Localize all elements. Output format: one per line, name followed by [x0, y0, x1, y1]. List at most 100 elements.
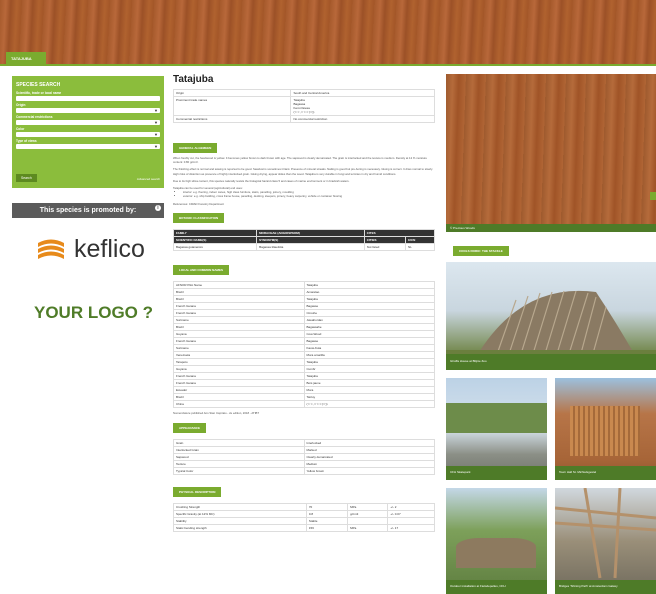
chevron-down-icon: ▼	[154, 120, 158, 125]
table-cell: 156	[305, 524, 349, 533]
table-cell: Amarelao	[303, 287, 435, 296]
family-table: FAMILY MORACEAE (ANGIOSPERM) CITES SCIENTIF…	[172, 228, 436, 251]
photo-skatepark[interactable]: CFH Skatepark	[446, 378, 547, 480]
table-row: French Guiana Bagasse	[173, 336, 435, 345]
table-cell: +/- 2	[387, 503, 435, 512]
table-cell: Brazil	[173, 322, 305, 331]
table-row: Tarapoto Tatajuba	[173, 357, 435, 366]
table-row: Bagassa guianensis Bagassa tiliaefolia Not…	[172, 242, 436, 251]
table-row: Crushing Strength 70 MPa +/- 2	[173, 503, 435, 512]
table-row: French Guiana Cirouhe	[173, 308, 435, 317]
physical-section-button[interactable]: PHYSICAL DESCRIPTION	[173, 487, 222, 498]
names-section-button[interactable]: LOCAL AND COMMON NAMES	[173, 264, 229, 275]
table-cell: Suriname	[173, 343, 305, 352]
table-row: Venezuela Mora amarilla	[173, 350, 435, 359]
table-cell: MPa	[347, 503, 389, 512]
table-cell: Static bending strength	[173, 524, 307, 533]
photo-bridge[interactable]: Bridges 'Shining Path' at Amsterdam Gala…	[555, 488, 656, 594]
table-cell: Stable	[305, 517, 349, 526]
table-cell: French Guiana	[173, 301, 305, 310]
table-cell: Tatajuba	[303, 280, 435, 289]
table-row: Typical Color Yellow brown	[173, 467, 435, 476]
table-row: Prominent trade names Tatajuba Bagassa Ke…	[172, 96, 435, 116]
species-search-panel: SPECIES SEARCH Scientific, trade or loca…	[12, 76, 164, 188]
table-cell: Guyana	[173, 364, 305, 373]
tab-bar: TATAJUBA	[0, 52, 656, 66]
table-cell: Mora amarilla	[303, 350, 435, 359]
beams-illustration	[555, 488, 656, 579]
projects-section-button[interactable]: COOLS DORIC: THE STACKLE	[453, 246, 509, 256]
physical-table: Crushing Strength 70 MPa +/- 2 Specific Grav…	[173, 503, 435, 533]
table-header: SYNONYM(S)	[256, 235, 365, 244]
side-tab[interactable]	[650, 192, 656, 200]
table-row: Stability Stable	[173, 517, 435, 526]
table-cell: Ecuador	[173, 385, 305, 394]
search-select[interactable]: ▼	[16, 132, 160, 137]
table-cell: No commercial restriction	[290, 115, 435, 123]
names-note: Nomenclature published Ans Stan Inspirat…	[173, 410, 260, 415]
search-select[interactable]: ▼	[16, 120, 160, 125]
table-row: Brazil Tatajuba	[173, 294, 435, 303]
table-cell	[387, 517, 435, 526]
page-title: Tatajuba	[173, 74, 214, 85]
search-field-label: Type of views	[16, 139, 37, 143]
table-row: Guyana Cumbr	[173, 364, 435, 373]
table-header: CITES	[363, 228, 436, 237]
table-cell: NL	[404, 242, 436, 251]
table-header: IUCN	[404, 235, 436, 244]
promo-text: This species is promoted by:	[39, 207, 137, 214]
keflico-logo-text: keflico	[74, 235, 145, 263]
appearance-section-button[interactable]: APPEARANCE	[173, 423, 207, 434]
table-cell: Mora	[303, 385, 435, 394]
hero-caption: © Precious Woods	[446, 224, 656, 232]
keflico-logo[interactable]: keflico	[34, 232, 164, 266]
table-row: Brazil Bagassahe	[173, 322, 435, 331]
table-header-row: SCIENTIFIC NAME(S) SYNONYM(S) CITIES IUCN	[172, 235, 436, 244]
search-field-label: Commercial restrictions	[16, 115, 53, 119]
photo-townhall[interactable]: Town Hall St. Michielsgestel	[555, 378, 656, 480]
table-row: Static bending strength 156 MPa +/- 17	[173, 524, 435, 533]
table-cell: Suriname	[173, 315, 305, 324]
search-select[interactable]: ▼	[16, 144, 160, 149]
search-field-label: Scientific, trade or local name	[16, 91, 62, 95]
use-list-item: exterior: e.g. ship building, cross fram…	[183, 194, 435, 198]
table-cell: Interlocked	[303, 439, 435, 448]
table-row: Sapwood Clearly demarcated	[173, 453, 435, 462]
table-cell: Texture	[173, 460, 305, 469]
table-cell: Tatzuy	[303, 392, 435, 401]
table-row: Brazil Amarelao	[173, 287, 435, 296]
table-row: French Guiana Bois jaune	[173, 378, 435, 387]
table-cell: Crushing Strength	[173, 503, 307, 512]
photo-caption: CFH Skatepark	[446, 466, 547, 480]
table-cell: Marked	[303, 446, 435, 455]
your-logo-placeholder[interactable]: YOUR LOGO ?	[34, 303, 153, 323]
family-section-button[interactable]: BOTANIC CLASSIFICATION	[173, 212, 225, 223]
trees-shape	[446, 403, 547, 433]
projects-button-wrap: COOLS DORIC: THE STACKLE	[453, 246, 509, 256]
table-header: CITIES	[363, 235, 406, 244]
search-field-label: Color	[16, 127, 25, 131]
photo-ghoffa[interactable]: Ghoffa House at Blijnie Zoo	[446, 262, 656, 370]
table-cell: Bagasse	[303, 301, 435, 310]
search-select[interactable]: ▼	[16, 108, 160, 113]
general-section-button[interactable]: GENERAL ALGEMEEN	[173, 143, 218, 153]
crowd-shape	[456, 538, 536, 568]
photo-outdoor[interactable]: Outdoor installation at Fietsdepelles, C…	[446, 488, 547, 594]
table-row: Suriname Kauw-Kuta	[173, 343, 435, 352]
table-cell: Not listed	[363, 242, 406, 251]
search-input[interactable]	[16, 96, 160, 101]
description-paragraph: Due to its high silica content, this spe…	[173, 178, 350, 183]
table-row: Brazil Tatzuy	[173, 392, 435, 401]
chevron-down-icon: ▼	[154, 132, 158, 137]
table-cell: Guyana	[173, 329, 305, 338]
table-cell: 70	[305, 503, 349, 512]
table-cell: +/- 0.07	[387, 510, 435, 519]
table-row: Ecuador Mora	[173, 385, 435, 394]
search-field-label: Origin	[16, 103, 26, 107]
advanced-search-link[interactable]: Advanced search	[137, 177, 160, 181]
table-cell: Brazil	[173, 287, 305, 296]
search-button[interactable]: Search	[16, 174, 37, 182]
table-cell	[347, 517, 389, 526]
info-icon[interactable]: i	[155, 205, 161, 211]
table-cell: Commercial restrictions	[172, 115, 292, 123]
